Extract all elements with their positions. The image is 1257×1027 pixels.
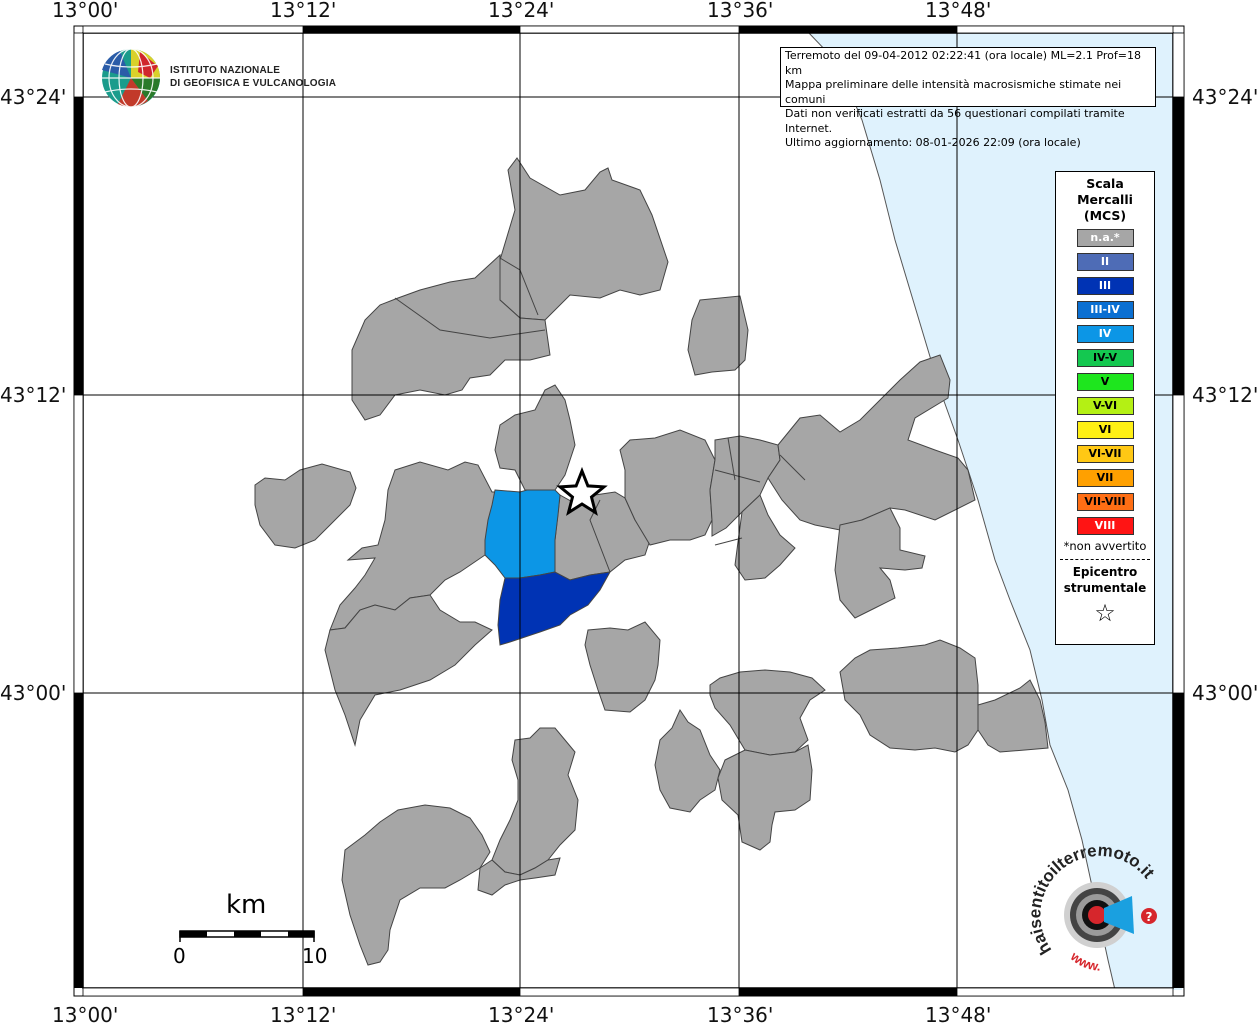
- lat-tick-label: 43°12': [0, 383, 67, 407]
- legend-item: V-VI: [1076, 397, 1134, 415]
- scale-start-label: 0: [173, 944, 186, 968]
- info-line: Dati non verificati estratti da 56 quest…: [785, 107, 1125, 135]
- legend-item: V: [1076, 373, 1134, 391]
- legend-item: n.a.*: [1076, 229, 1134, 247]
- lat-tick-label: 43°00': [1192, 681, 1257, 705]
- municipality-area-intensity-iv: [484, 489, 561, 579]
- municipality-area: [834, 507, 926, 619]
- legend-epicenter-line: Epicentro: [1072, 565, 1138, 579]
- legend-title-line: (MCS): [1083, 208, 1127, 223]
- lat-tick-label: 43°24': [1192, 85, 1257, 109]
- lon-tick-label: 13°00': [52, 1003, 119, 1027]
- legend-item: VII-VIII: [1076, 493, 1134, 511]
- municipality-area: [341, 804, 491, 966]
- municipality-area: [584, 621, 661, 713]
- info-line: Ultimo aggiornamento: 08-01-2026 22:09 (…: [785, 136, 1081, 149]
- scale-unit-label: km: [226, 890, 267, 920]
- info-line: Terremoto del 09-04-2012 02:22:41 (ora l…: [785, 49, 1141, 77]
- lon-tick-label: 13°00': [52, 0, 119, 22]
- legend-item: VIII: [1076, 517, 1134, 535]
- municipality-area: [709, 669, 826, 756]
- lat-tick-label: 43°00': [0, 681, 67, 705]
- legend-item: III-IV: [1076, 301, 1134, 319]
- legend-item: II: [1076, 253, 1134, 271]
- svg-text:?: ?: [1146, 910, 1153, 924]
- ingv-logo-text: ISTITUTO NAZIONALE DI GEOFISICA E VULCAN…: [170, 64, 336, 90]
- legend-item: IV-V: [1076, 349, 1134, 367]
- legend-item: VI-VII: [1076, 445, 1134, 463]
- municipality-area: [654, 708, 721, 813]
- haisentito-logo-www: www.: [1067, 948, 1101, 974]
- intensity-legend: Scala Mercalli (MCS) n.a.* II III III-IV IV I…: [1055, 171, 1155, 645]
- svg-text:www.: www.: [1067, 948, 1101, 974]
- lat-tick-label: 43°12': [1192, 383, 1257, 407]
- earthquake-info-box: Terremoto del 09-04-2012 02:22:41 (ora l…: [780, 47, 1156, 149]
- legend-star-icon: ☆: [1094, 599, 1116, 627]
- lon-tick-label: 13°24': [488, 1003, 555, 1027]
- legend-item: VII: [1076, 469, 1134, 487]
- lon-tick-label: 13°48': [925, 1003, 992, 1027]
- legend-items: n.a.* II III III-IV IV IV-V V V-VI VI VI-VII VII VI…: [1056, 229, 1154, 535]
- lon-tick-label: 13°36': [707, 0, 774, 22]
- scale-bar: [179, 930, 315, 942]
- municipality-area: [977, 679, 1049, 753]
- municipality-area: [717, 744, 813, 851]
- legend-title-line: Mercalli: [1077, 192, 1133, 207]
- legend-epicenter-line: strumentale: [1063, 581, 1147, 595]
- lon-tick-label: 13°24': [488, 0, 555, 22]
- municipality-area: [491, 727, 579, 876]
- legend-item: IV: [1076, 325, 1134, 343]
- legend-title: Scala Mercalli (MCS): [1056, 176, 1154, 224]
- legend-item: III: [1076, 277, 1134, 295]
- lon-tick-label: 13°12': [270, 1003, 337, 1027]
- municipality-area: [499, 157, 669, 321]
- info-line: Mappa preliminare delle intensità macros…: [785, 78, 1122, 106]
- municipality-area: [254, 463, 357, 549]
- ingv-name-line1: ISTITUTO NAZIONALE: [170, 65, 281, 76]
- lon-tick-label: 13°36': [707, 1003, 774, 1027]
- legend-item: VI: [1076, 421, 1134, 439]
- municipality-area: [494, 384, 576, 491]
- lat-tick-label: 43°24': [0, 85, 67, 109]
- legend-title-line: Scala: [1086, 176, 1124, 191]
- legend-epicenter-label: Epicentro strumentale: [1056, 564, 1154, 596]
- scale-end-label: 10: [302, 944, 328, 968]
- legend-note: *non avvertito: [1063, 539, 1147, 553]
- ingv-globe-icon: [102, 48, 160, 108]
- lon-tick-label: 13°12': [270, 0, 337, 22]
- municipality-area: [767, 354, 976, 531]
- lon-tick-label: 13°48': [925, 0, 992, 22]
- legend-divider: [1060, 559, 1150, 560]
- ingv-name-line2: DI GEOFISICA E VULCANOLOGIA: [170, 78, 337, 89]
